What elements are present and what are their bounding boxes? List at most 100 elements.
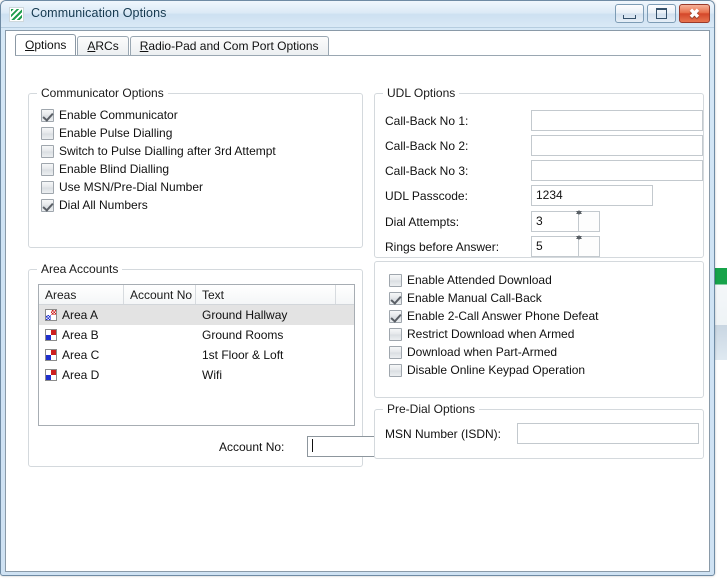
checkbox-icon[interactable] <box>41 198 54 212</box>
checkbox-label: Disable Online Keypad Operation <box>407 363 586 377</box>
checkbox-label: Enable Attended Download <box>407 273 552 287</box>
app-icon <box>9 7 24 22</box>
table-row[interactable]: Area D Wifi <box>39 365 354 385</box>
area-accounts-legend: Area Accounts <box>37 262 123 276</box>
column-header-text[interactable]: Text <box>196 285 336 304</box>
msn-number-label: MSN Number (ISDN): <box>385 427 502 441</box>
account-no-label: Account No: <box>219 440 285 454</box>
cell-account-no <box>124 365 196 385</box>
checkbox-icon[interactable] <box>41 126 54 140</box>
udl-options-legend: UDL Options <box>383 86 460 100</box>
checkbox-label: Enable Communicator <box>59 108 178 122</box>
area-accounts-list[interactable]: Areas Account No Text Area A Ground Hall… <box>38 284 355 426</box>
dial-attempts-stepper[interactable] <box>579 211 600 232</box>
maximize-icon <box>648 5 675 22</box>
client-area: Options ARCs Radio-Pad and Com Port Opti… <box>5 30 710 572</box>
udl-passcode-input[interactable]: 1234 <box>531 185 653 206</box>
cell-account-no <box>124 305 196 325</box>
call-back-no-1-input[interactable] <box>531 110 703 131</box>
checkbox-icon[interactable] <box>41 162 54 176</box>
cell-text: 1st Floor & Loft <box>202 348 284 362</box>
account-no-input[interactable] <box>307 436 375 457</box>
call-back-no-1-label: Call-Back No 1: <box>385 114 469 128</box>
rings-before-answer-stepper[interactable] <box>579 236 600 257</box>
cell-text: Ground Hallway <box>202 308 288 322</box>
communicator-options-group: Communicator Options Enable Communicator… <box>28 86 363 248</box>
checkbox-disable-online-keypad-operation[interactable]: Disable Online Keypad Operation <box>389 362 585 378</box>
checkbox-label: Enable 2-Call Answer Phone Defeat <box>407 309 599 323</box>
checkbox-enable-pulse-dialling[interactable]: Enable Pulse Dialling <box>41 125 172 141</box>
rings-before-answer-input[interactable]: 5 <box>531 236 579 257</box>
checkbox-enable-communicator[interactable]: Enable Communicator <box>41 107 178 123</box>
checkbox-icon[interactable] <box>389 327 402 341</box>
area-marker-icon <box>45 309 57 321</box>
tab-arcs[interactable]: ARCs <box>77 36 129 55</box>
checkbox-label: Enable Blind Dialling <box>59 162 170 176</box>
call-back-no-2-label: Call-Back No 2: <box>385 139 469 153</box>
area-accounts-group: Area Accounts Areas Account No Text Area… <box>28 262 375 467</box>
cell-area: Area A <box>39 305 124 325</box>
area-label: Area D <box>62 368 100 382</box>
call-back-no-2-input[interactable] <box>531 135 703 156</box>
checkbox-icon[interactable] <box>41 144 54 158</box>
checkbox-icon[interactable] <box>389 363 402 377</box>
msn-number-input[interactable] <box>517 423 699 444</box>
checkbox-download-when-part-armed[interactable]: Download when Part-Armed <box>389 344 557 360</box>
dial-attempts-input[interactable]: 3 <box>531 211 579 232</box>
area-marker-icon <box>45 329 57 341</box>
udl-passcode-label: UDL Passcode: <box>385 189 468 203</box>
area-label: Area B <box>62 328 99 342</box>
checkbox-enable-attended-download[interactable]: Enable Attended Download <box>389 272 552 288</box>
checkbox-dial-all-numbers[interactable]: Dial All Numbers <box>41 197 148 213</box>
checkbox-enable-2-call-answer-phone-defeat[interactable]: Enable 2-Call Answer Phone Defeat <box>389 308 598 324</box>
checkbox-use-msn-pre-dial-number[interactable]: Use MSN/Pre-Dial Number <box>41 179 203 195</box>
dial-attempts-label: Dial Attempts: <box>385 215 460 229</box>
checkbox-icon[interactable] <box>389 309 402 323</box>
checkbox-icon[interactable] <box>389 273 402 287</box>
tab-radio-pad-com-port-options[interactable]: Radio-Pad and Com Port Options <box>129 36 329 55</box>
checkbox-label: Download when Part-Armed <box>407 345 558 359</box>
maximize-button[interactable] <box>647 4 676 23</box>
cell-account-no <box>124 325 196 345</box>
minimize-icon <box>616 5 643 22</box>
pre-dial-options-group: Pre-Dial Options MSN Number (ISDN): <box>374 402 704 459</box>
checkbox-restrict-download-when-armed[interactable]: Restrict Download when Armed <box>389 326 574 342</box>
checkbox-label: Enable Manual Call-Back <box>407 291 542 305</box>
area-marker-icon <box>45 369 57 381</box>
account-no-field-row: Account No: <box>219 436 375 458</box>
checkbox-icon[interactable] <box>389 291 402 305</box>
close-icon: ✖ <box>689 5 700 21</box>
checkbox-enable-manual-call-back[interactable]: Enable Manual Call-Back <box>389 290 542 306</box>
tab-options[interactable]: Options <box>15 34 77 55</box>
udl-options-group: UDL Options Call-Back No 1: Call-Back No… <box>374 86 704 258</box>
cell-area: Area D <box>39 365 124 385</box>
area-marker-icon <box>45 349 57 361</box>
title-bar: Communication Options ✖ <box>1 1 714 28</box>
checkbox-switch-to-pulse-dialling[interactable]: Switch to Pulse Dialling after 3rd Attem… <box>41 143 276 159</box>
checkbox-label: Dial All Numbers <box>59 198 148 212</box>
checkbox-enable-blind-dialling[interactable]: Enable Blind Dialling <box>41 161 169 177</box>
tab-strip: Options ARCs Radio-Pad and Com Port Opti… <box>15 34 330 55</box>
communication-options-window: Communication Options ✖ Options ARCs Rad… <box>0 0 715 576</box>
table-row[interactable]: Area A Ground Hallway <box>39 305 354 325</box>
download-options-group: Enable Attended Download Enable Manual C… <box>374 261 704 398</box>
cell-text: Wifi <box>202 368 222 382</box>
tab-underline <box>15 55 701 56</box>
cell-area: Area C <box>39 345 124 365</box>
column-header-account-no[interactable]: Account No <box>124 285 196 304</box>
call-back-no-3-input[interactable] <box>531 160 703 181</box>
area-label: Area A <box>62 308 99 322</box>
rings-before-answer-label: Rings before Answer: <box>385 240 500 254</box>
close-button[interactable]: ✖ <box>679 4 710 23</box>
table-row[interactable]: Area B Ground Rooms <box>39 325 354 345</box>
checkbox-label: Restrict Download when Armed <box>407 327 575 341</box>
checkbox-icon[interactable] <box>41 180 54 194</box>
window-title: Communication Options <box>31 6 167 20</box>
column-header-spacer[interactable] <box>336 285 354 304</box>
checkbox-icon[interactable] <box>389 345 402 359</box>
minimize-button[interactable] <box>615 4 644 23</box>
cell-text: Ground Rooms <box>202 328 284 342</box>
column-header-areas[interactable]: Areas <box>39 285 124 304</box>
table-row[interactable]: Area C 1st Floor & Loft <box>39 345 354 365</box>
checkbox-icon[interactable] <box>41 108 54 122</box>
